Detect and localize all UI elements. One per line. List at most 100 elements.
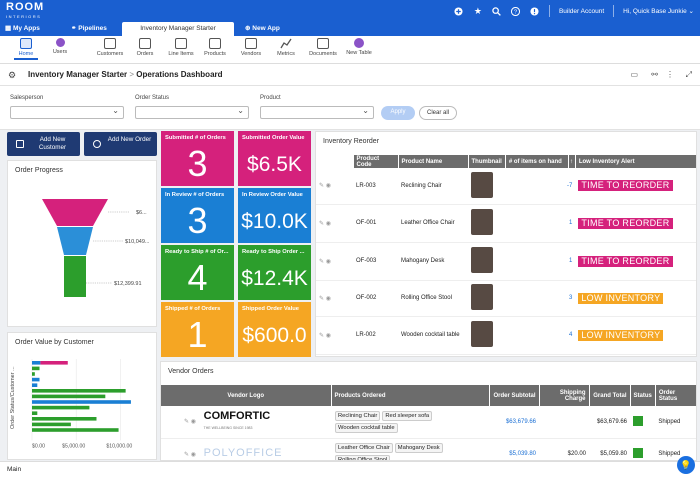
app-logo[interactable]: ROOM INTERIORS (6, 2, 44, 21)
nav-new-table[interactable]: New Table (344, 38, 374, 56)
product-chip[interactable]: Reclining Chair (335, 410, 381, 421)
kpi-tile[interactable]: In Review # of Orders 3 (161, 188, 234, 243)
kpi-tile[interactable]: Shipped # of Orders 1 (161, 302, 234, 357)
edit-icon[interactable]: ✎ (319, 333, 324, 339)
view-icon[interactable]: ◉ (191, 419, 196, 425)
tab-my-apps[interactable]: ▦ My Apps (0, 22, 60, 36)
view-icon[interactable]: ◉ (326, 333, 331, 339)
edit-icon[interactable]: ✎ (184, 419, 189, 425)
edit-icon[interactable]: ✎ (319, 296, 324, 302)
kpi-tile[interactable]: Submitted # of Orders 3 (161, 131, 234, 186)
fullscreen-icon[interactable]: ⤢ (686, 70, 692, 80)
view-icon[interactable]: ◉ (326, 259, 331, 265)
column-header-order-status[interactable]: Order Status (655, 385, 696, 406)
column-header-order-subtotal[interactable]: Order Subtotal (489, 385, 540, 406)
tab-new-app[interactable]: ⊕ New App (240, 22, 300, 36)
alert-icon[interactable] (530, 6, 540, 16)
product-thumbnail[interactable] (471, 321, 493, 347)
edit-icon[interactable]: ✎ (319, 221, 324, 227)
product-select[interactable] (260, 106, 374, 119)
edit-icon[interactable]: ✎ (319, 183, 324, 189)
product-chip[interactable]: Mahogany Desk (394, 443, 443, 453)
vendor-logo-text: COMFORTIC (203, 409, 271, 422)
edit-icon[interactable]: ✎ (319, 259, 324, 265)
nav-home[interactable]: Home (11, 38, 41, 60)
nav-orders[interactable]: Orders (130, 38, 160, 57)
table-row[interactable]: ✎ ◉ OF-002 Rolling Office Stool 3 LOW INVENT… (316, 280, 696, 317)
apply-button[interactable]: Apply (381, 106, 415, 120)
nav-vendors[interactable]: Vendors (236, 38, 266, 57)
more-icon[interactable]: ⋮ (666, 70, 674, 79)
product-thumbnail[interactable] (471, 171, 493, 198)
builder-account-link[interactable]: Builder Account (559, 8, 604, 15)
row-actions: ✎ ◉ (184, 419, 196, 425)
table-row[interactable]: ✎ ◉ LR-003 Reclining Chair -7 TIME TO REORDE… (316, 168, 696, 205)
user-menu[interactable]: Hi, Quick Base Junkie ⌄ (623, 7, 694, 15)
share-icon[interactable]: ⚯ (651, 70, 658, 79)
product-chip[interactable]: Leather Office Chair (335, 443, 393, 453)
column-header-shipping-charge[interactable]: Shipping Charge (539, 385, 590, 406)
column-header-product-code[interactable]: Product Code (353, 155, 399, 168)
nav-line-items[interactable]: Line Items (166, 38, 196, 57)
status-cell (630, 406, 656, 439)
sort-ascending-icon[interactable]: ↑ (568, 155, 576, 168)
product-thumbnail[interactable] (471, 284, 493, 310)
view-icon[interactable]: ◉ (326, 221, 331, 227)
kpi-tile[interactable]: Ready to Ship # of Or... 4 (161, 245, 234, 300)
tab-inventory-manager[interactable]: Inventory Manager Starter (122, 22, 234, 36)
column-header-grand-total[interactable]: Grand Total (589, 385, 631, 406)
order-value-chart: $0.00 $5,000.00 $10,000.00 (31, 359, 132, 449)
star-icon[interactable]: ★ (473, 6, 483, 16)
add-new-order-button[interactable]: Add New Order (84, 132, 157, 156)
column-header-status[interactable]: Status (630, 385, 656, 406)
salesperson-select[interactable] (10, 106, 124, 119)
view-icon[interactable]: ◉ (326, 183, 331, 189)
order-value-bar (32, 366, 40, 371)
column-header-vendor-logo[interactable]: Vendor Logo (161, 385, 332, 406)
column-header-product-name[interactable]: Product Name (398, 155, 469, 168)
view-icon[interactable]: ◉ (191, 452, 196, 458)
table-row[interactable]: ✎ ◉ LR-002 Wooden cocktail table 4 LOW INVEN… (316, 316, 696, 355)
plus-icon[interactable] (454, 6, 464, 16)
product-thumbnail[interactable] (471, 209, 493, 235)
nav-label: Home (18, 51, 34, 57)
view-icon[interactable]: ◉ (326, 296, 331, 302)
kpi-label: Submitted Order Value (242, 135, 305, 141)
display-icon[interactable]: ▭ (630, 70, 638, 79)
gear-icon[interactable]: ⚙ (8, 70, 16, 81)
help-chat-icon[interactable]: 💡 (677, 456, 695, 474)
kpi-tile[interactable]: Shipped Order Value $600.0 (238, 302, 311, 357)
table-row[interactable]: ✎ ◉ OF-001 Leather Office Chair 1 TIME TO RE… (316, 204, 696, 243)
column-header-items-on-hand[interactable]: # of items on hand (505, 155, 569, 168)
nav-metrics[interactable]: Metrics (271, 38, 301, 57)
kpi-tile[interactable]: In Review Order Value $10.0K (238, 188, 311, 243)
product-thumbnail[interactable] (471, 247, 493, 273)
help-icon[interactable]: ? (511, 6, 521, 16)
product-chip[interactable]: Wooden cocktail table (335, 422, 398, 433)
table-header-row: Product Code Product Name Thumbnail # of… (316, 155, 696, 168)
table-row[interactable]: ✎ ◉ POLYOFFICE Leather Office Chair Mahoga… (161, 438, 696, 460)
nav-documents[interactable]: Documents (308, 38, 338, 57)
nav-customers[interactable]: Customers (95, 38, 125, 57)
product-chip[interactable]: Red sleeper sofa (382, 410, 433, 421)
nav-products[interactable]: Products (200, 38, 230, 57)
order-status-select[interactable] (135, 106, 249, 119)
table-row[interactable]: ✎ ◉ OF-003 Mahogany Desk 1 TIME TO REORDER (316, 242, 696, 281)
tab-pipelines[interactable]: ⚭ Pipelines (66, 22, 121, 36)
pipelines-icon: ⚭ (71, 25, 77, 32)
add-new-customer-button[interactable]: Add New Customer (7, 132, 80, 156)
column-header-products-ordered[interactable]: Products Ordered (331, 385, 490, 406)
breadcrumb-app[interactable]: Inventory Manager Starter (28, 70, 127, 79)
column-header-thumbnail[interactable]: Thumbnail (468, 155, 506, 168)
clear-all-button[interactable]: Clear all (419, 106, 457, 120)
nav-users[interactable]: Users (45, 38, 75, 55)
edit-icon[interactable]: ✎ (184, 452, 189, 458)
grand-total-cell: $63,679.66 (589, 406, 630, 439)
order-subtotal-cell: $5,039.80 (489, 438, 539, 460)
kpi-tile[interactable]: Ready to Ship Order ... $12.4K (238, 245, 311, 300)
search-icon[interactable] (492, 6, 502, 16)
column-header-low-inventory-alert[interactable]: Low Inventory Alert (575, 155, 696, 168)
kpi-tile[interactable]: Submitted Order Value $6.5K (238, 131, 311, 186)
table-row[interactable]: ✎ ◉ COMFORTIC THE WELLBEING SINCE 1983 Rec… (161, 406, 696, 439)
funnel-label-ready: $12,399.91 (114, 281, 142, 287)
